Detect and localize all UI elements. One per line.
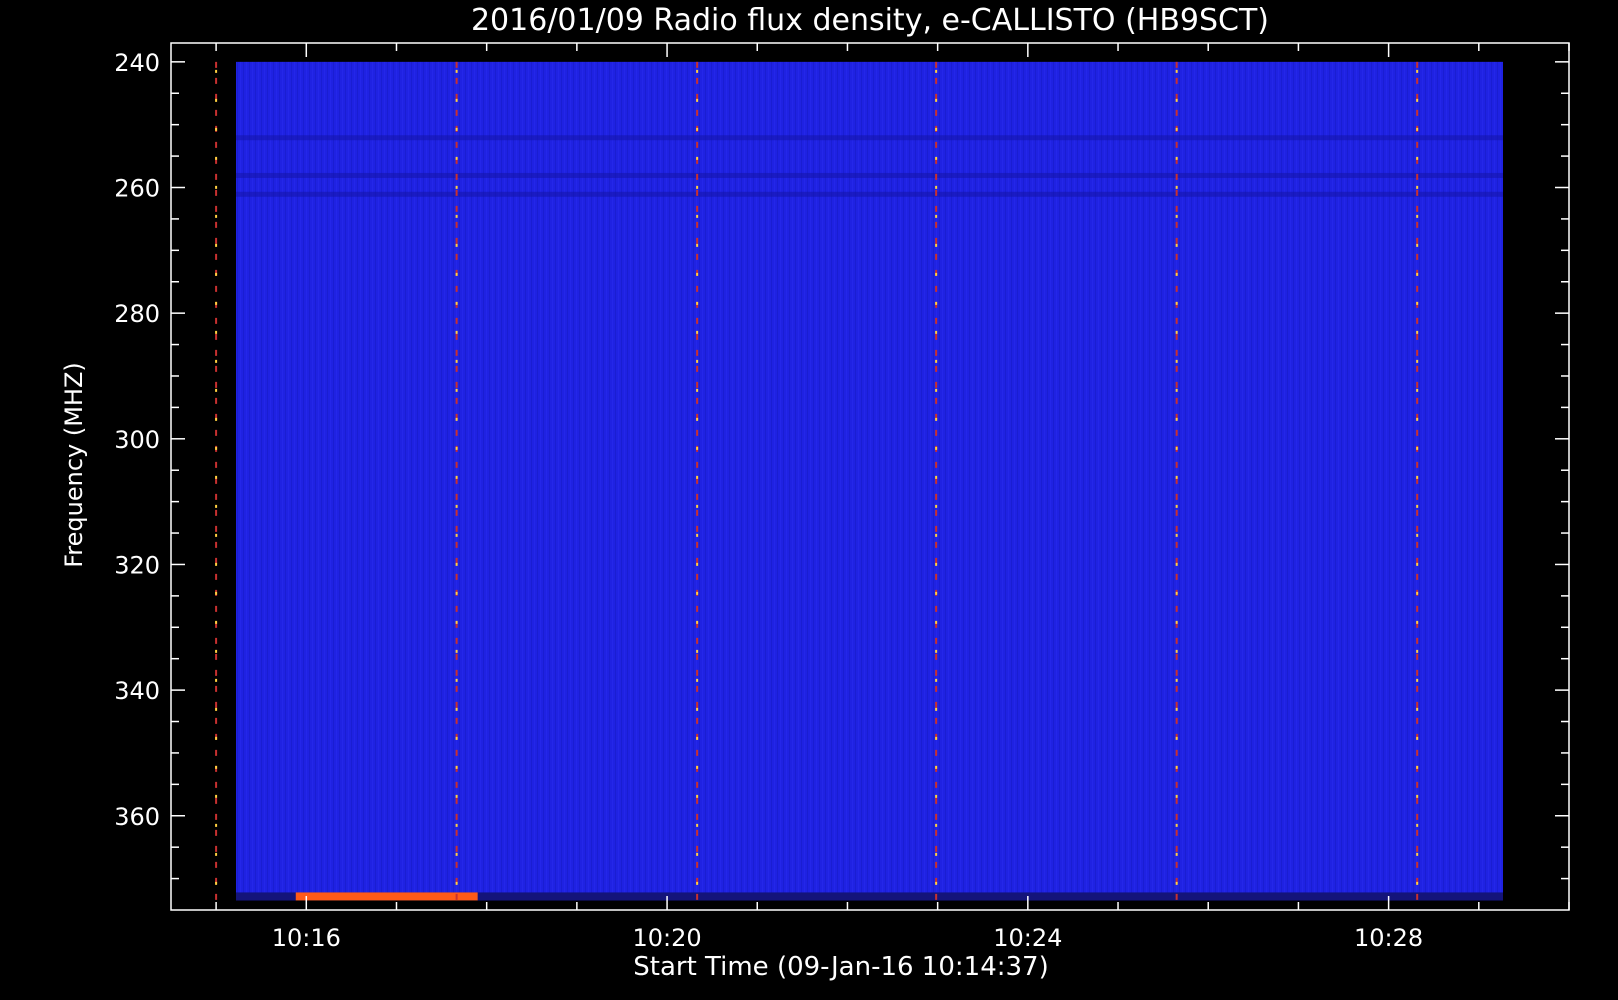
spectrogram-chart: 2016/01/09 Radio flux density, e-CALLIST… [60,3,1570,982]
x-tick-label: 10:24 [993,924,1062,952]
y-tick-label: 260 [114,175,160,203]
heatmap [215,61,1503,901]
y-tick-label: 240 [114,49,160,77]
dark-band [236,172,1503,178]
y-tick-label: 280 [114,300,160,328]
heatmap-background [236,61,1503,901]
dark-band [236,135,1503,141]
x-axis-label: Start Time (09-Jan-16 10:14:37) [633,952,1048,982]
y-tick-label: 320 [114,551,160,579]
y-axis-label: Frequency (MHZ) [60,362,88,568]
x-tick-label: 10:20 [632,924,701,952]
bright-bottom-segment [295,892,478,901]
y-tick-label: 300 [114,426,160,454]
y-tick-label: 340 [114,677,160,705]
x-tick-label: 10:16 [272,924,341,952]
dark-band [236,191,1503,197]
chart-title: 2016/01/09 Radio flux density, e-CALLIST… [471,3,1269,38]
x-tick-label: 10:28 [1354,924,1423,952]
y-tick-label: 360 [114,803,160,831]
